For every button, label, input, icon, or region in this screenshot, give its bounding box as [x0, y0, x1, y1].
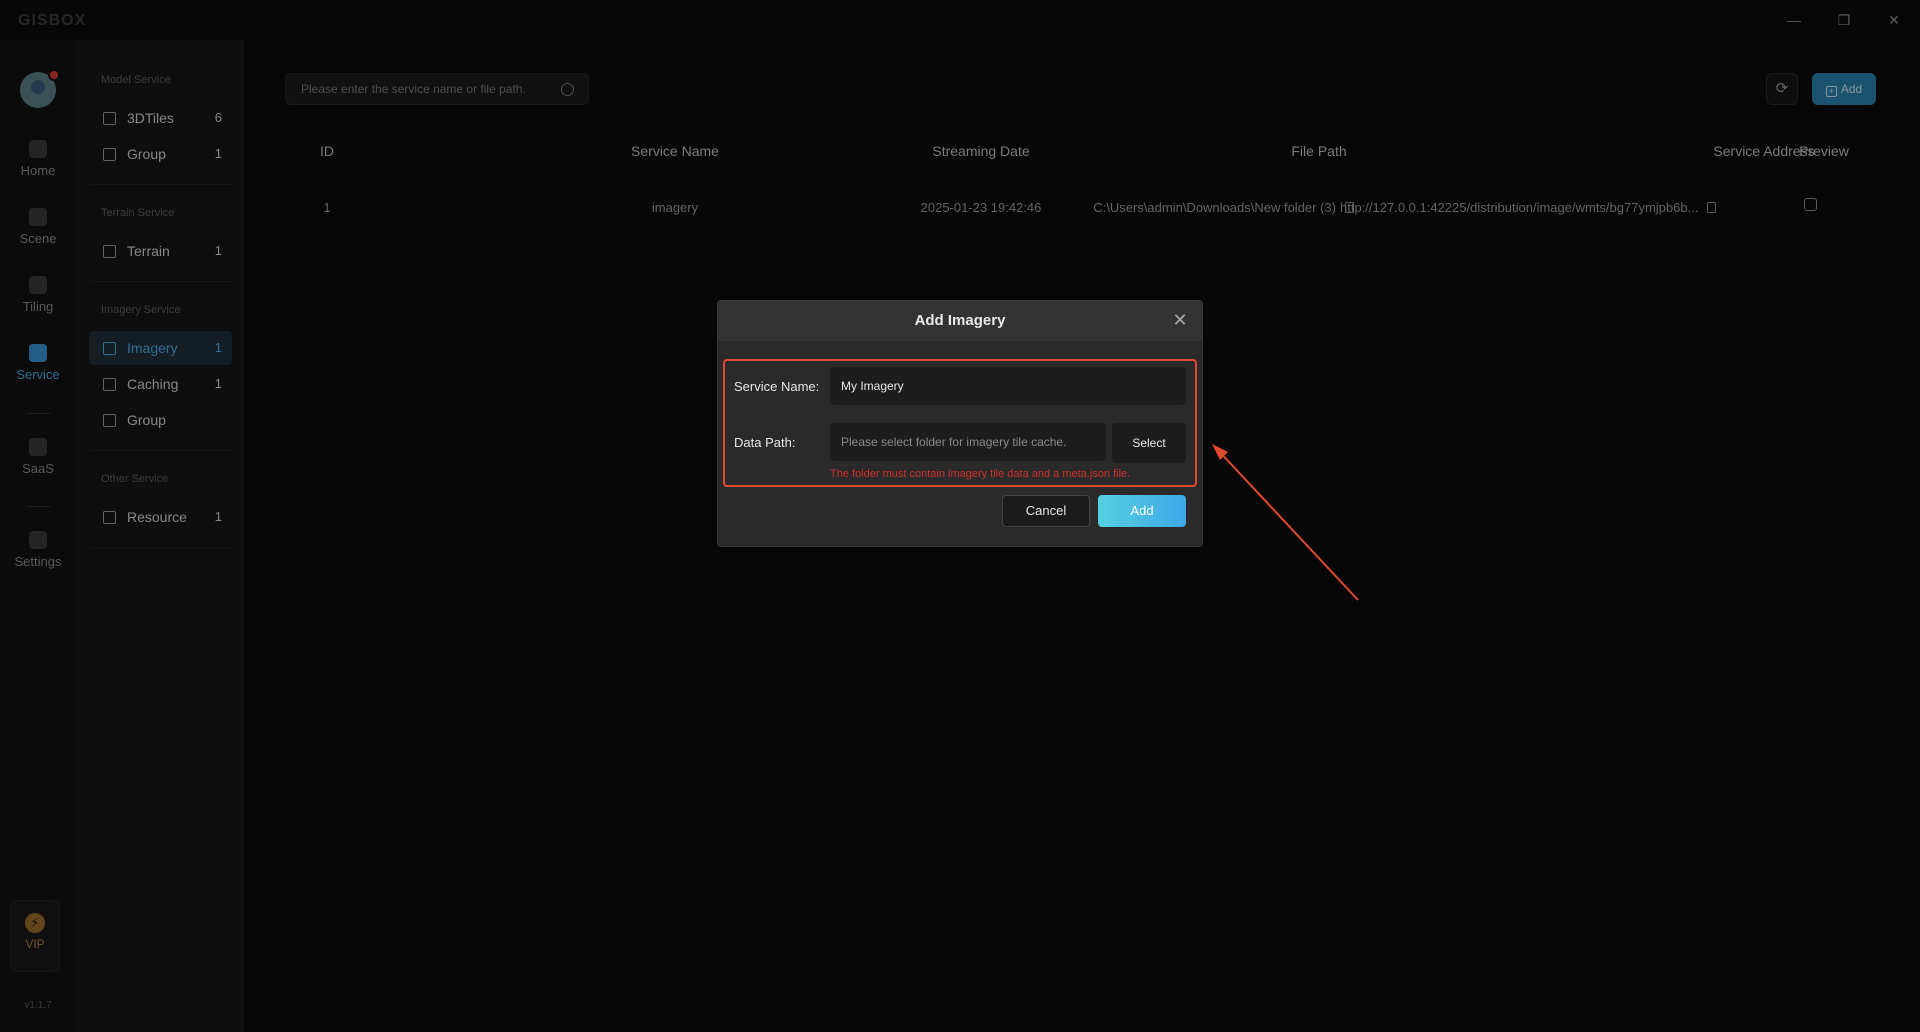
service-name-label: Service Name: [734, 379, 820, 394]
select-folder-button[interactable]: Select [1112, 423, 1186, 463]
data-path-label: Data Path: [734, 435, 796, 450]
cancel-button[interactable]: Cancel [1002, 495, 1090, 527]
service-name-input[interactable] [830, 367, 1186, 405]
annotation-arrow [1212, 444, 1359, 601]
validation-error: The folder must contain imagery tile dat… [830, 468, 1131, 480]
close-icon[interactable]: ✕ [1170, 310, 1190, 330]
add-button[interactable]: Add [1098, 495, 1186, 527]
dialog-title: Add Imagery [914, 312, 1006, 329]
add-imagery-dialog: Add Imagery ✕ Service Name: Data Path: S… [717, 300, 1203, 547]
dialog-header: Add Imagery ✕ [718, 301, 1202, 341]
data-path-input[interactable] [830, 423, 1106, 461]
